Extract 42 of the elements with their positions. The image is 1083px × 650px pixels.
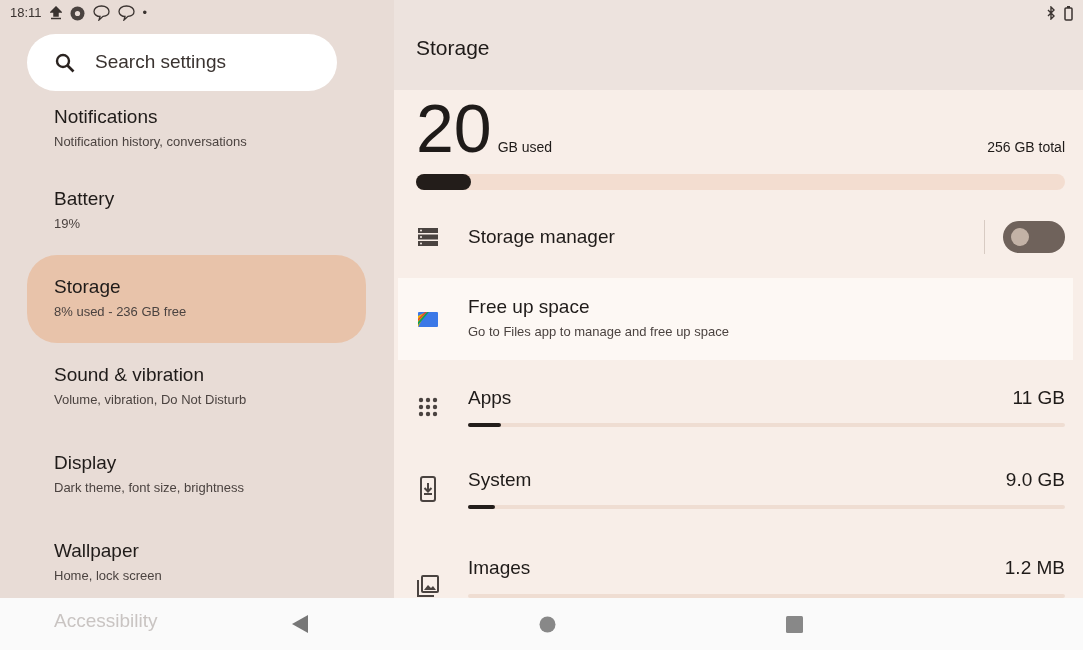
images-icon — [416, 574, 440, 598]
used-amount: 20 — [416, 94, 492, 162]
status-time: 18:11 — [10, 4, 42, 23]
storage-category-row[interactable]: Images 1.2 MB — [394, 530, 1083, 598]
back-icon[interactable] — [290, 614, 309, 634]
recents-icon[interactable] — [785, 615, 803, 633]
chat-icon — [117, 5, 135, 21]
search-icon — [55, 52, 75, 73]
sidebar-item[interactable]: Sound & vibration Volume, vibration, Do Not Disturb — [27, 343, 366, 431]
category-name: System — [468, 468, 532, 492]
search-input[interactable]: Search settings — [93, 47, 293, 78]
free-up-space-card[interactable]: Free up space Go to Files app to manage and free up space — [398, 278, 1073, 360]
grid-icon — [416, 397, 440, 417]
files-icon — [416, 310, 440, 328]
sidebar-item[interactable]: Storage 8% used - 236 GB free — [27, 255, 366, 343]
sidebar-item[interactable]: Battery 19% — [27, 167, 366, 255]
bluetooth-icon — [1047, 6, 1056, 20]
chat-icon — [92, 5, 110, 21]
battery-icon — [1064, 5, 1073, 21]
category-name: Images — [468, 557, 531, 580]
sidebar-item[interactable]: Notifications Notification history, conversations — [27, 91, 366, 167]
setting-subtitle: Go to Files app to manage and free up space — [468, 323, 729, 342]
setting-title: Storage manager — [468, 225, 616, 249]
browser-icon — [69, 5, 85, 21]
category-size: 1.2 MB — [1004, 557, 1065, 580]
page-title: Storage — [394, 26, 1083, 90]
storage-icon — [416, 227, 440, 247]
total-label: 256 GB total — [987, 138, 1065, 157]
sidebar-item[interactable]: Wallpaper Home, lock screen — [27, 519, 366, 598]
upload-icon — [49, 6, 62, 20]
notification-dot: • — [142, 4, 148, 23]
category-name: Apps — [468, 386, 512, 410]
search-field[interactable]: Search settings — [27, 34, 337, 91]
toggle-switch[interactable] — [1003, 221, 1065, 253]
sidebar-item[interactable]: Display Dark theme, font size, brightness — [27, 431, 366, 519]
setting-title: Free up space — [468, 296, 591, 320]
used-label: GB used — [497, 138, 553, 157]
category-size: 9.0 GB — [1005, 468, 1065, 492]
storage-category-row[interactable]: System 9.0 GB — [394, 448, 1083, 530]
category-size: 11 GB — [1012, 386, 1065, 410]
storage-category-row[interactable]: Apps 11 GB — [394, 366, 1083, 448]
home-icon[interactable] — [538, 615, 556, 633]
